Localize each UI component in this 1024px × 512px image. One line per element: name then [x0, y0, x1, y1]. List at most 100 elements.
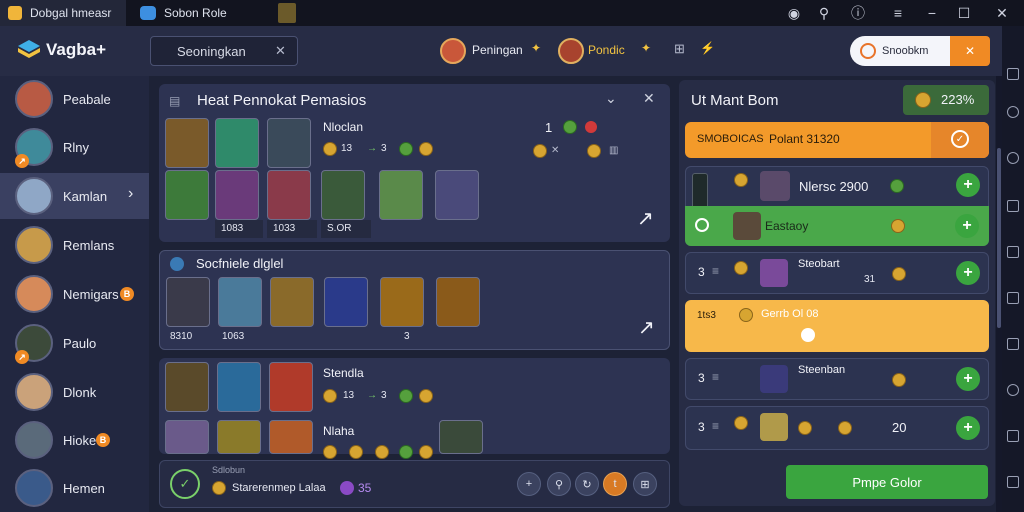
phone-icon[interactable] — [1007, 292, 1019, 304]
add-button[interactable]: + — [956, 367, 980, 391]
drag-handle-icon[interactable]: ≡ — [712, 419, 719, 433]
sidebar-item[interactable]: ↗ Rlny — [0, 124, 149, 170]
champion-card[interactable] — [379, 170, 423, 220]
next-arrow-icon[interactable]: ↗ — [638, 315, 655, 340]
champion-card[interactable] — [218, 277, 262, 327]
sidebar-item-active[interactable]: Kamlan › — [0, 173, 149, 219]
grid-icon[interactable]: ⊞ — [674, 41, 685, 57]
check-icon: ✓ — [951, 130, 969, 148]
sidebar-item[interactable]: Nemigars B — [0, 271, 149, 317]
sidebar-item[interactable]: Hioke B — [0, 417, 149, 463]
chevron-down-icon[interactable]: ⌄ — [605, 90, 617, 107]
game-thumbnail[interactable] — [278, 3, 296, 23]
status-chip[interactable]: Snoobkm — [850, 36, 950, 66]
champion-card[interactable] — [165, 362, 209, 412]
champion-card[interactable] — [165, 420, 209, 454]
row-label: Nlersc 2900 — [799, 179, 869, 194]
champion-card[interactable] — [165, 118, 209, 168]
champion-card[interactable] — [215, 170, 259, 220]
coin-icon — [349, 445, 363, 459]
maximize-icon[interactable]: ☐ — [954, 3, 974, 23]
champion-card[interactable] — [269, 362, 313, 412]
champion-card[interactable] — [324, 277, 368, 327]
sidebar-item-label: Dlonk — [63, 385, 97, 400]
check-button[interactable]: ✓ — [170, 469, 200, 499]
refresh-icon[interactable]: ↻ — [575, 472, 599, 496]
add-icon[interactable]: + — [517, 472, 541, 496]
close-icon[interactable]: ✕ — [643, 90, 655, 107]
champion-card[interactable] — [267, 118, 311, 168]
trophy-icon[interactable]: t — [603, 472, 627, 496]
search-input[interactable]: Seoningkan ✕ — [150, 36, 298, 66]
champion-card[interactable] — [166, 277, 210, 327]
menu-icon[interactable]: ≡ — [888, 3, 908, 23]
bolt-icon[interactable]: ⚡ — [700, 41, 715, 55]
badge-icon: B — [120, 287, 134, 301]
drag-handle-icon[interactable]: ≡ — [712, 264, 719, 278]
list-item-featured[interactable]: 1ts3 Gerrb Ol 08 — [685, 300, 989, 352]
avatar[interactable] — [440, 38, 466, 64]
screenshot-icon[interactable] — [1007, 338, 1019, 350]
add-button[interactable]: + — [956, 261, 980, 285]
next-arrow-icon[interactable]: ↗ — [637, 206, 654, 231]
footer-bar: ✓ Sdlobun Starerenmep Lalaa 35 + ⚲ ↻ t ⊞ — [159, 460, 670, 508]
coin-icon — [734, 416, 748, 430]
banner[interactable]: SMOBOICAS Polant 31320 ✓ — [685, 122, 989, 158]
champion-card[interactable] — [439, 420, 483, 454]
sidebar-item[interactable]: Remlans — [0, 222, 149, 268]
champion-card[interactable] — [215, 118, 259, 168]
drag-handle-icon[interactable]: ≡ — [712, 370, 719, 384]
link-icon[interactable]: ⚲ — [547, 472, 571, 496]
minimize-icon[interactable]: − — [922, 3, 942, 23]
folder-icon[interactable] — [1007, 246, 1019, 258]
champion-card[interactable] — [217, 362, 261, 412]
side-rail — [1002, 26, 1024, 512]
banner-action[interactable]: ✓ — [931, 122, 989, 158]
settings-icon[interactable]: ⊞ — [633, 472, 657, 496]
tab-app[interactable]: Dobgal hmeasr — [0, 0, 126, 26]
gear-icon[interactable] — [1007, 152, 1019, 164]
add-button[interactable]: + — [956, 416, 980, 440]
champion-card[interactable] — [165, 170, 209, 220]
list-item-highlighted[interactable]: Eastaoy + — [685, 206, 989, 246]
gem-icon — [399, 389, 413, 403]
sidebar-item-label: Peabale — [63, 92, 111, 107]
orb-icon — [340, 481, 354, 495]
sidebar-item[interactable]: Hemen — [0, 465, 149, 511]
champion-card[interactable] — [435, 170, 479, 220]
champion-card[interactable] — [380, 277, 424, 327]
sidebar-item[interactable]: ↗ Paulo — [0, 320, 149, 366]
clear-icon[interactable]: ✕ — [275, 43, 286, 59]
champion-card[interactable] — [270, 277, 314, 327]
avatar[interactable] — [558, 38, 584, 64]
copy-icon[interactable] — [1007, 200, 1019, 212]
close-icon[interactable]: ✕ — [992, 3, 1012, 23]
add-button[interactable]: + — [956, 173, 980, 197]
more-icon[interactable] — [1007, 476, 1019, 488]
champion-card[interactable] — [269, 420, 313, 454]
location-icon[interactable]: ⚲ — [814, 3, 834, 23]
sidebar-item[interactable]: Peabale — [0, 76, 149, 122]
scrollbar-thumb[interactable] — [997, 148, 1001, 328]
sidebar-item[interactable]: Dlonk — [0, 369, 149, 415]
tab-role[interactable]: Sobon Role — [132, 0, 268, 26]
list-item[interactable]: 3 ≡ 20 + — [685, 406, 989, 450]
avatar — [15, 469, 53, 507]
add-button[interactable]: + — [955, 214, 979, 238]
volume-icon[interactable] — [1007, 106, 1019, 118]
help-icon[interactable]: ⓘ — [848, 3, 868, 23]
expand-icon[interactable] — [1007, 68, 1019, 80]
coin-icon — [891, 219, 905, 233]
list-item[interactable]: 3 ≡ Steenban + — [685, 358, 989, 400]
champion-card[interactable] — [217, 420, 261, 454]
list-item[interactable]: 3 ≡ Steobart 31 + — [685, 252, 989, 294]
camera-icon[interactable] — [1007, 430, 1019, 442]
champion-card[interactable] — [321, 170, 365, 220]
champion-card[interactable] — [436, 277, 480, 327]
stat-value: 13 — [343, 390, 355, 401]
chip-action-button[interactable]: ✕ — [950, 36, 990, 66]
coin-icon[interactable]: ◉ — [784, 3, 804, 23]
record-icon[interactable] — [1007, 384, 1019, 396]
primary-action-button[interactable]: Pmpe Golor — [786, 465, 988, 499]
champion-card[interactable] — [267, 170, 311, 220]
